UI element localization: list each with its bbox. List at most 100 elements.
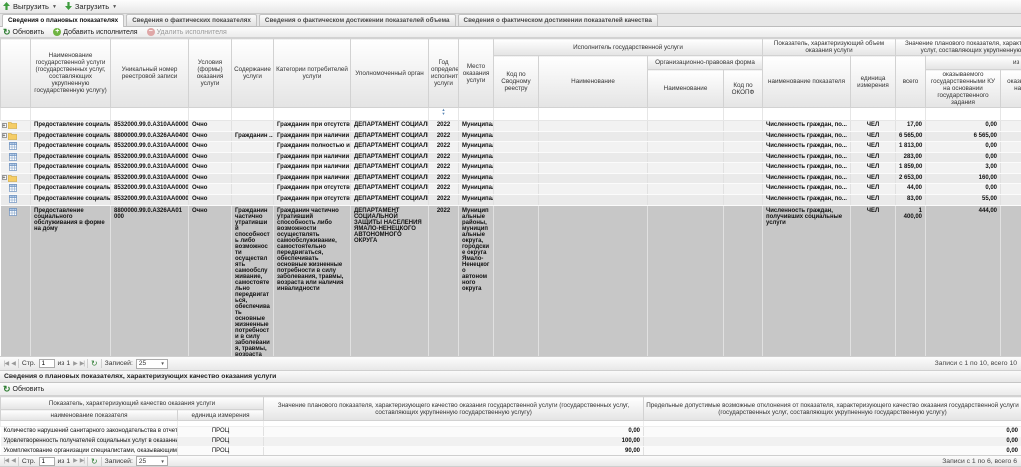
cell-executor[interactable] bbox=[539, 131, 648, 142]
cell-year[interactable]: 2022 bbox=[429, 184, 459, 195]
cell-svod[interactable] bbox=[494, 163, 539, 174]
cell-executor[interactable] bbox=[539, 205, 648, 356]
cell-cond[interactable]: Очно bbox=[189, 195, 232, 206]
cell-by_assignment[interactable]: 0,00 bbox=[926, 184, 1001, 195]
cell-extra[interactable] bbox=[1001, 195, 1021, 206]
cell-place[interactable]: Муниципаль... bbox=[459, 142, 494, 153]
column-header-svod-code[interactable]: Код по Сводному реестру bbox=[494, 56, 539, 108]
cell-name[interactable]: Удовлетворенность получателей социальных… bbox=[1, 437, 178, 447]
cell-extra[interactable] bbox=[1001, 152, 1021, 163]
cell-cond[interactable]: Очно bbox=[189, 152, 232, 163]
cell-svod[interactable] bbox=[494, 121, 539, 132]
tab-actual-indicators[interactable]: Сведения о фактических показателях bbox=[126, 14, 257, 26]
cell-svod[interactable] bbox=[494, 184, 539, 195]
cell-opf_name[interactable] bbox=[648, 173, 724, 184]
filter-cell[interactable] bbox=[111, 108, 189, 121]
cell-unit[interactable]: ЧЕЛ bbox=[851, 121, 896, 132]
cell-executor[interactable] bbox=[539, 173, 648, 184]
cell-total[interactable]: 6 565,00 bbox=[896, 131, 926, 142]
cell-unit[interactable]: ЧЕЛ bbox=[851, 205, 896, 356]
cell-okopf[interactable] bbox=[724, 142, 763, 153]
cell-unit[interactable]: ЧЕЛ bbox=[851, 152, 896, 163]
cell-content[interactable]: Гражданин ... bbox=[232, 131, 274, 142]
cell-total[interactable]: 83,00 bbox=[896, 195, 926, 206]
cell-deviation[interactable]: 0,00 bbox=[644, 427, 1021, 437]
cell-cond[interactable]: Очно bbox=[189, 121, 232, 132]
cell-indicator[interactable]: Численность граждан, по... bbox=[763, 184, 851, 195]
column-header-conditions[interactable]: Условия (формы) оказания услуги bbox=[189, 39, 232, 108]
cell-cond[interactable]: Очно bbox=[189, 184, 232, 195]
cell-unit[interactable]: ЧЕЛ bbox=[851, 131, 896, 142]
cell-by_assignment[interactable]: 6 565,00 bbox=[926, 131, 1001, 142]
table-row[interactable]: Предоставление социаль...8532000.99.0.А3… bbox=[1, 152, 1021, 163]
folder-icon[interactable]: + bbox=[1, 131, 31, 142]
filter-cell[interactable] bbox=[724, 108, 763, 121]
cell-deviation[interactable]: 0,00 bbox=[644, 437, 1021, 447]
cell-total[interactable]: 1 859,00 bbox=[896, 163, 926, 174]
cell-reg[interactable]: 8532000.99.0.А310АА00000 bbox=[111, 121, 189, 132]
cell-place[interactable]: Муниципаль... bbox=[459, 195, 494, 206]
year-filter-cell[interactable]: ▲▼ bbox=[429, 108, 459, 121]
table-icon[interactable] bbox=[1, 163, 31, 174]
filter-cell[interactable] bbox=[851, 108, 896, 121]
filter-cell[interactable] bbox=[926, 108, 1001, 121]
cell-executor[interactable] bbox=[539, 163, 648, 174]
column-header-quality-name[interactable]: наименование показателя bbox=[1, 410, 178, 421]
cell-value[interactable]: 0,00 bbox=[264, 427, 644, 437]
table-row[interactable]: Удовлетворенность получателей социальных… bbox=[1, 437, 1021, 447]
column-header-year[interactable]: Год определения исполнителя услуги bbox=[429, 39, 459, 108]
cell-indicator[interactable]: Численность граждан, по... bbox=[763, 173, 851, 184]
cell-categories[interactable]: Гражданин частично утративший способност… bbox=[274, 205, 351, 356]
column-group-opf[interactable]: Организационно-правовая форма bbox=[648, 56, 763, 70]
table-row[interactable]: Предоставление социального обслуживания … bbox=[1, 205, 1021, 356]
cell-place[interactable]: Муниципаль... bbox=[459, 131, 494, 142]
cell-categories[interactable]: Гражданин при наличии ... bbox=[274, 131, 351, 142]
cell-categories[interactable]: Гражданин при отсутстви... bbox=[274, 195, 351, 206]
filter-cell[interactable] bbox=[31, 108, 111, 121]
cell-content[interactable] bbox=[232, 121, 274, 132]
cell-organ[interactable]: ДЕПАРТАМЕНТ СОЦИАЛЬ... bbox=[351, 152, 429, 163]
cell-value[interactable]: 90,00 bbox=[264, 447, 644, 456]
cell-name[interactable]: Укомплектование организации специалистам… bbox=[1, 447, 178, 456]
column-header-opf-name[interactable]: Наименование bbox=[648, 70, 724, 108]
cell-indicator[interactable]: Численность граждан, по... bbox=[763, 131, 851, 142]
last-page-icon[interactable]: ▶| bbox=[80, 457, 84, 465]
table-icon[interactable] bbox=[1, 205, 31, 356]
table-row[interactable]: +Предоставление социаль...8532000.99.0.А… bbox=[1, 173, 1021, 184]
column-header-categories[interactable]: Категории потребителей услуги bbox=[274, 39, 351, 108]
cell-content[interactable] bbox=[232, 152, 274, 163]
column-header-quality-value[interactable]: Значение планового показателя, характери… bbox=[264, 397, 644, 421]
cell-name[interactable]: Предоставление социаль... bbox=[31, 173, 111, 184]
filter-cell[interactable] bbox=[896, 108, 926, 121]
cell-total[interactable]: 2 653,00 bbox=[896, 173, 926, 184]
cell-name[interactable]: Предоставление социаль... bbox=[31, 184, 111, 195]
cell-organ[interactable]: ДЕПАРТАМЕНТ СОЦИАЛЬ... bbox=[351, 195, 429, 206]
cell-unit[interactable]: ЧЕЛ bbox=[851, 195, 896, 206]
cell-place[interactable]: Муниципаль... bbox=[459, 173, 494, 184]
table-row[interactable]: Предоставление социаль...8532000.99.0.А3… bbox=[1, 184, 1021, 195]
cell-deviation[interactable]: 0,00 bbox=[644, 447, 1021, 456]
column-group-volume-indicator[interactable]: Показатель, характеризующий объем оказан… bbox=[763, 39, 896, 56]
cell-categories[interactable]: Гражданин при наличии ... bbox=[274, 173, 351, 184]
column-group-executor[interactable]: Исполнитель государственной услуги bbox=[494, 39, 763, 56]
cell-extra[interactable] bbox=[1001, 184, 1021, 195]
cell-executor[interactable] bbox=[539, 121, 648, 132]
cell-name[interactable]: Предоставление социального обслуживания … bbox=[31, 205, 111, 356]
tab-planned-indicators[interactable]: Сведения о плановых показателях bbox=[2, 14, 124, 27]
filter-cell[interactable] bbox=[232, 108, 274, 121]
cell-okopf[interactable] bbox=[724, 195, 763, 206]
cell-svod[interactable] bbox=[494, 142, 539, 153]
cell-executor[interactable] bbox=[539, 142, 648, 153]
folder-icon[interactable]: + bbox=[1, 121, 31, 132]
cell-opf_name[interactable] bbox=[648, 163, 724, 174]
remove-executor-button[interactable]: − Удалить исполнителя bbox=[147, 28, 227, 36]
tab-actual-volume-achievement[interactable]: Сведения о фактическом достижении показа… bbox=[259, 14, 456, 26]
next-page-icon[interactable]: ▶ bbox=[73, 457, 77, 465]
cell-extra[interactable] bbox=[1001, 142, 1021, 153]
cell-year[interactable]: 2022 bbox=[429, 131, 459, 142]
column-header-by-assignment[interactable]: оказываемого государственными КУ на осно… bbox=[926, 70, 1001, 108]
cell-name[interactable]: Предоставление социаль... bbox=[31, 121, 111, 132]
prev-page-icon[interactable]: ◀ bbox=[11, 457, 15, 465]
cell-svod[interactable] bbox=[494, 152, 539, 163]
filter-cell[interactable] bbox=[459, 108, 494, 121]
